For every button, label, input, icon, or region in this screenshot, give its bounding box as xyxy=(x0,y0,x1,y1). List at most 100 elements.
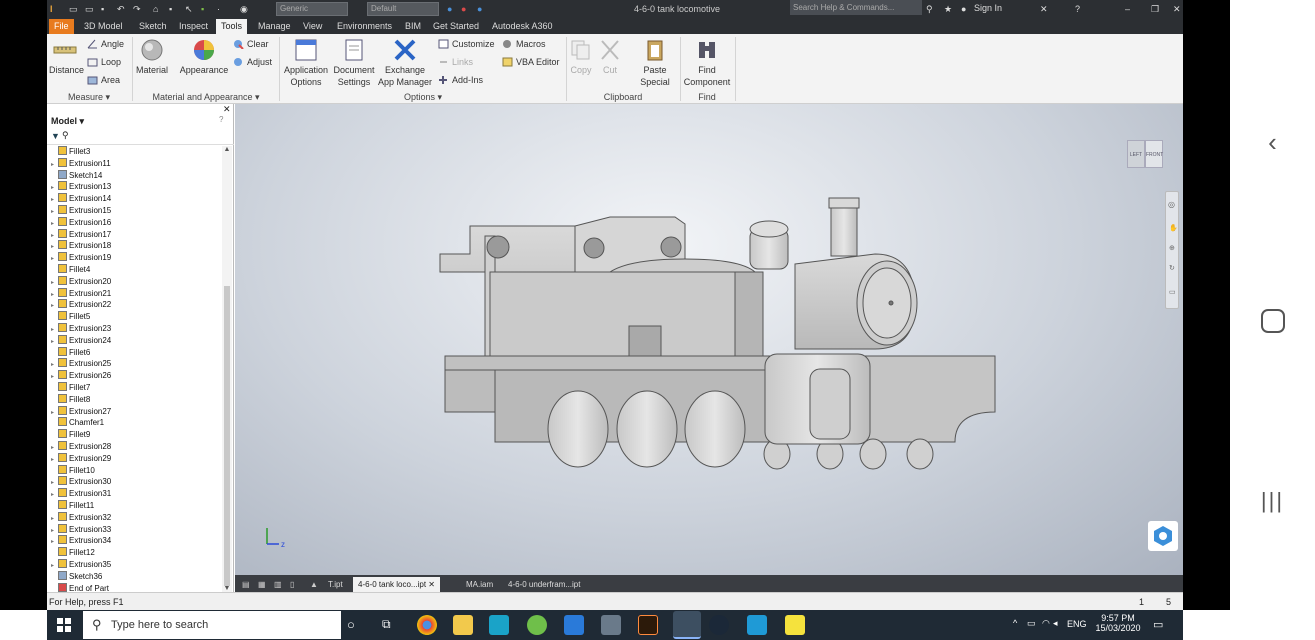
tree-item[interactable]: ▸ Extrusion28 xyxy=(51,441,111,453)
customize-button[interactable]: Customize xyxy=(438,38,495,50)
rebuild-icon[interactable]: ▪ xyxy=(201,4,211,14)
orbit-icon[interactable]: ↻ xyxy=(1169,264,1175,272)
tree-item[interactable]: ▸ Extrusion29 xyxy=(51,452,111,465)
arrange-h-icon[interactable]: ▥ xyxy=(269,577,287,592)
tree-item[interactable]: ▸ Extrusion14 xyxy=(51,193,111,205)
minimize-icon[interactable]: – xyxy=(1125,4,1135,14)
share-view-button[interactable] xyxy=(1148,521,1178,551)
tree-item[interactable]: Fillet4 xyxy=(51,264,90,276)
tree-item[interactable]: End of Part xyxy=(51,582,109,592)
tree-item[interactable]: ▸ Extrusion31 xyxy=(51,488,111,500)
mail-icon[interactable] xyxy=(564,615,584,635)
chrome-icon[interactable] xyxy=(417,615,437,635)
blue-app-icon[interactable] xyxy=(747,615,767,635)
new-icon[interactable]: ▭ xyxy=(69,4,79,14)
exchange-icon[interactable]: ✕ xyxy=(1040,4,1050,14)
appearance-combo[interactable]: Generic xyxy=(276,2,348,16)
home-icon[interactable]: ⌂ xyxy=(153,4,163,14)
wifi-icon[interactable]: ◠ xyxy=(1042,618,1050,629)
tree-item[interactable]: ▸ Extrusion27 xyxy=(51,405,111,418)
appearance-button[interactable]: Appearance xyxy=(179,38,229,76)
look-at-icon[interactable]: ▭ xyxy=(1169,288,1176,296)
loop-button[interactable]: Loop xyxy=(87,56,121,68)
ccleaner-icon[interactable] xyxy=(489,615,509,635)
scroll-up-icon[interactable]: ▲ xyxy=(222,146,232,153)
tab-manage[interactable]: Manage xyxy=(253,19,296,34)
file-explorer-icon[interactable] xyxy=(453,615,473,635)
update-icon[interactable]: ▪ xyxy=(169,4,179,14)
tree-item[interactable]: ▸ Extrusion11 xyxy=(51,157,111,170)
windows-start-icon[interactable] xyxy=(57,618,71,632)
open-icon[interactable]: ▭ xyxy=(85,4,95,14)
steam-icon[interactable] xyxy=(709,615,729,635)
tree-item[interactable]: Fillet5 xyxy=(51,311,90,323)
tree-item[interactable]: ▸ Extrusion24 xyxy=(51,334,111,347)
inventor-taskbar-icon[interactable] xyxy=(673,611,701,639)
browser-help-icon[interactable]: ? xyxy=(219,115,223,124)
task-view-icon[interactable]: ⧉ xyxy=(382,617,391,632)
photo-app-icon[interactable] xyxy=(601,615,621,635)
tree-item[interactable]: Fillet12 xyxy=(51,547,95,559)
close-tab-icon[interactable]: ✕ xyxy=(426,580,435,589)
find-component-button[interactable]: Find Component xyxy=(681,38,733,88)
measure-group-label[interactable]: Measure ▾ xyxy=(47,92,131,103)
tab-get-started[interactable]: Get Started xyxy=(428,19,484,34)
browser-search-icon[interactable]: ⚲ xyxy=(62,130,69,141)
material-combo[interactable]: Default xyxy=(367,2,439,16)
document-settings-button[interactable]: Document Settings xyxy=(331,38,377,88)
tree-item[interactable]: Sketch14 xyxy=(51,169,102,182)
cascade-icon[interactable]: ▦ xyxy=(253,577,271,592)
redo-icon[interactable]: ↷ xyxy=(133,4,143,14)
adjust-icon[interactable]: ● xyxy=(477,4,487,14)
tree-item[interactable]: ▸ Extrusion22 xyxy=(51,299,111,311)
tab-inspect[interactable]: Inspect xyxy=(174,19,213,34)
save-icon[interactable]: ▪ xyxy=(101,4,111,14)
recents-icon[interactable]: ||| xyxy=(1230,486,1315,516)
tree-item[interactable]: ▸ Extrusion20 xyxy=(51,275,111,288)
tray-chevron-icon[interactable]: ^ xyxy=(1013,618,1017,628)
projects-icon[interactable]: ◉ xyxy=(240,4,250,14)
document-tab[interactable]: 4-6-0 tank loco...ipt ✕ xyxy=(353,577,440,592)
document-tab[interactable]: T.ipt xyxy=(323,577,348,592)
tree-item[interactable]: ▸ Extrusion17 xyxy=(51,228,111,241)
tree-item[interactable]: ▸ Extrusion18 xyxy=(51,240,111,252)
tree-item[interactable]: ▸ Extrusion13 xyxy=(51,181,111,193)
adjust-button[interactable]: Adjust xyxy=(233,56,272,68)
tree-item[interactable]: Fillet9 xyxy=(51,429,90,441)
browser-close-icon[interactable]: ✕ xyxy=(223,104,231,115)
viewcube-front-face[interactable]: FRONT xyxy=(1145,140,1163,168)
tile-icon[interactable]: ▤ xyxy=(237,577,255,592)
arrange-v-icon[interactable]: ▯ xyxy=(285,577,299,592)
tree-item[interactable]: ▸ Extrusion30 xyxy=(51,476,111,488)
tree-item[interactable]: ▸ Extrusion33 xyxy=(51,523,111,536)
binoculars-search-icon[interactable]: ⚲ xyxy=(926,4,936,14)
filter-icon[interactable]: ▼ xyxy=(51,131,60,141)
tree-item[interactable]: Fillet11 xyxy=(51,500,94,512)
volume-icon[interactable]: ◂ xyxy=(1053,618,1058,629)
application-options-button[interactable]: Application Options xyxy=(281,38,331,88)
tree-item[interactable]: Chamfer1 xyxy=(51,417,104,429)
tree-item[interactable]: ▸ Extrusion32 xyxy=(51,511,111,524)
cut-button[interactable]: Cut xyxy=(596,38,624,76)
viewcube-left-face[interactable]: LEFT xyxy=(1127,140,1145,168)
scroll-down-icon[interactable]: ▼ xyxy=(222,585,232,592)
viewcube[interactable]: LEFT FRONT xyxy=(1125,136,1165,172)
tab-file[interactable]: File xyxy=(49,19,74,34)
undo-icon[interactable]: ↶ xyxy=(117,4,127,14)
material-appearance-group-label[interactable]: Material and Appearance ▾ xyxy=(133,92,279,103)
back-icon[interactable]: ‹ xyxy=(1230,127,1315,157)
browser-scrollbar[interactable]: ▲ ▼ xyxy=(222,146,232,592)
tree-item[interactable]: ▸ Extrusion26 xyxy=(51,370,111,382)
paste-special-button[interactable]: Paste Special xyxy=(635,38,675,88)
tree-item[interactable]: Fillet7 xyxy=(51,382,90,394)
battery-icon[interactable]: ▭ xyxy=(1027,618,1036,629)
add-ins-button[interactable]: Add-Ins xyxy=(438,74,483,86)
select-icon[interactable]: ↖ xyxy=(185,4,195,14)
tree-item[interactable]: ▸ Extrusion21 xyxy=(51,287,111,300)
tab-tools[interactable]: Tools xyxy=(216,19,248,34)
angle-button[interactable]: Angle xyxy=(87,38,124,50)
material-button[interactable]: Material xyxy=(135,38,169,76)
macros-button[interactable]: Macros xyxy=(502,38,546,50)
tree-item[interactable]: Fillet8 xyxy=(51,393,90,406)
tab-bim[interactable]: BIM xyxy=(400,19,426,34)
